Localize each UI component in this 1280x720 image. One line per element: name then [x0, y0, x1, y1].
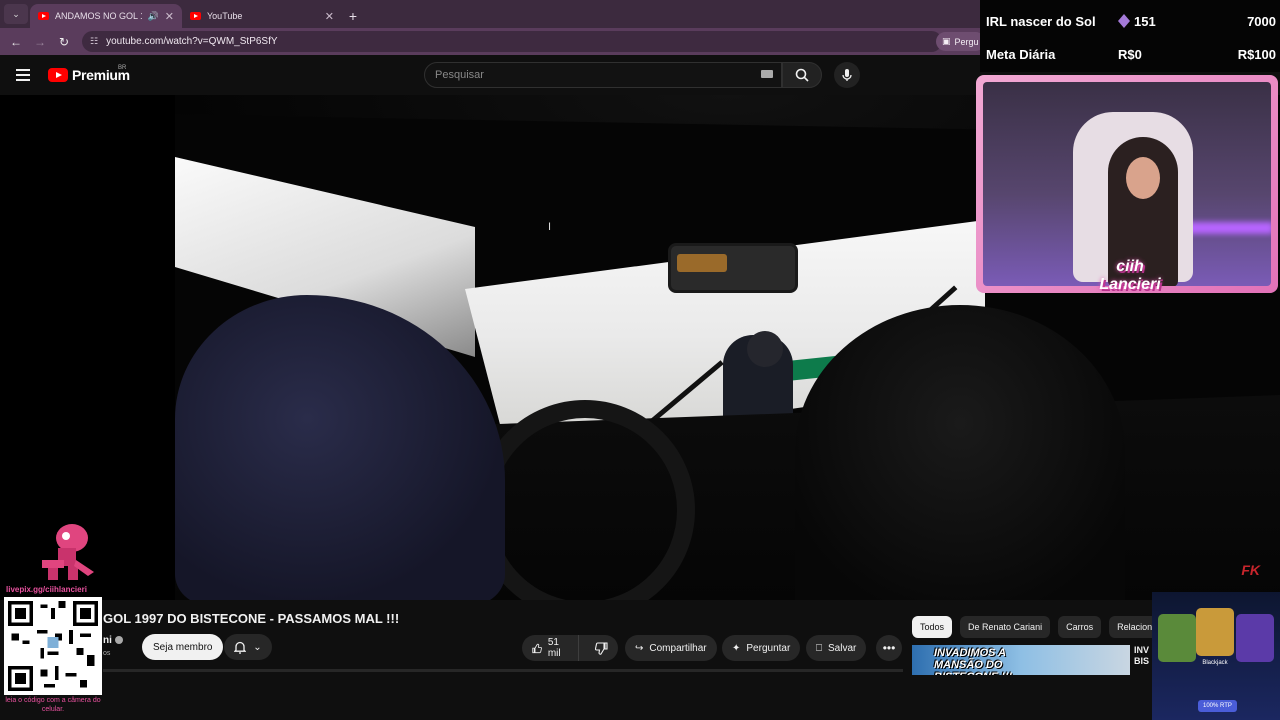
channel-name-text: ni [103, 635, 112, 646]
recommended-video-thumbnail[interactable]: INVADIMOS A MANSÃO DO BISTECONE !!! [912, 645, 1130, 675]
recommended-video-title[interactable]: INV BIS [1134, 645, 1149, 667]
led-light [1183, 222, 1271, 234]
youtube-favicon-icon [190, 12, 201, 20]
streamer-name: ciih Lancieri [1099, 258, 1161, 293]
video-title: GOL 1997 DO BISTECONE - PASSAMOS MAL !!! [103, 611, 400, 626]
stream-goals-overlay: IRL nascer do Sol 151 7000 Meta Diária R… [980, 0, 1280, 72]
site-info-icon[interactable]: ☷ [90, 36, 98, 47]
keyboard-icon[interactable] [761, 70, 773, 78]
tab-title: YouTube [207, 11, 243, 21]
subscriber-count: os [103, 650, 111, 657]
sparkle-icon: ✦ [732, 642, 741, 654]
new-tab-button[interactable]: + [342, 4, 364, 28]
menu-icon[interactable] [16, 69, 30, 81]
recommendation-chips: Todos De Renato Cariani Carros Relaciona [912, 616, 1166, 638]
voice-search-button[interactable] [834, 62, 860, 88]
dislike-button[interactable] [585, 635, 618, 661]
chip-cars[interactable]: Carros [1058, 616, 1102, 638]
search-input[interactable]: Pesquisar [424, 62, 782, 88]
ask-button[interactable]: ✦ Perguntar [722, 635, 801, 661]
chip-all[interactable]: Todos [912, 616, 953, 638]
forward-button[interactable]: → [28, 30, 52, 54]
goal-label: Meta Diária [986, 46, 1056, 62]
streamer-face [1126, 157, 1160, 199]
back-button[interactable]: ← [4, 30, 28, 54]
passenger-shoulder [795, 305, 1125, 600]
share-button[interactable]: ↪ Compartilhar [625, 635, 717, 661]
livepix-link: livepix.gg/ciihlancieri [6, 585, 87, 594]
qr-caption: leia o código com a câmera do celular. [5, 697, 101, 713]
region-code: BR [118, 65, 127, 71]
webcam-feed [983, 82, 1271, 286]
goal-target: 7000 [1247, 13, 1276, 29]
tab-youtube[interactable]: YouTube ✕ [182, 4, 342, 28]
goal-value: 151 [1134, 13, 1156, 29]
goal-current: R$0 [1118, 46, 1142, 62]
verified-icon [114, 636, 123, 644]
reload-button[interactable]: ↻ [52, 30, 76, 54]
close-tab-icon[interactable]: ✕ [165, 10, 174, 23]
more-icon: ••• [882, 641, 896, 655]
channel-name[interactable]: ni [103, 635, 123, 646]
video-meta: GOL 1997 DO BISTECONE - PASSAMOS MAL !!!… [0, 600, 1280, 720]
thumbs-down-icon [595, 641, 608, 655]
like-button[interactable]: 51 mil [522, 635, 579, 661]
goal-row: Meta Diária R$0 R$100 [986, 41, 1276, 67]
chevron-down-icon: ⌄ [12, 8, 20, 19]
youtube-logo-icon [48, 68, 68, 82]
text-cursor-icon: I [548, 221, 552, 233]
bookmark-icon: ⎕ [816, 642, 822, 654]
mascot-sprite-icon [42, 524, 94, 580]
search-button[interactable] [782, 62, 822, 88]
tab-search-button[interactable]: ⌄ [4, 4, 28, 24]
speaker-icon[interactable]: 🔊 [148, 11, 159, 22]
like-count: 51 mil [547, 637, 561, 659]
description-box-edge [103, 669, 903, 672]
chip-channel[interactable]: De Renato Cariani [960, 616, 1051, 638]
qr-code-icon [4, 597, 102, 695]
microphone-icon [842, 69, 852, 81]
close-tab-icon[interactable]: ✕ [325, 10, 334, 23]
share-icon: ↪ [635, 642, 644, 654]
game-card [1158, 614, 1196, 662]
tab-title: ANDAMOS NO GOL 1997 [ [55, 11, 142, 21]
thumbnail-text: INVADIMOS A MANSÃO DO BISTECONE !!! [934, 647, 1012, 675]
game-card [1236, 614, 1274, 662]
tab-video[interactable]: ANDAMOS NO GOL 1997 [ 🔊 ✕ [30, 4, 182, 28]
goal-label: IRL nascer do Sol [986, 13, 1096, 29]
save-label: Salvar [828, 642, 857, 654]
channel-watermark: FK [1241, 562, 1260, 578]
chat-icon: ▣ [942, 36, 951, 46]
extension-button[interactable]: ▣ Pergu [936, 32, 985, 51]
like-dislike-group: 51 mil [522, 635, 618, 661]
thumbs-up-icon [532, 643, 542, 653]
save-button[interactable]: ⎕ Salvar [806, 635, 867, 661]
goal-target: R$100 [1237, 46, 1276, 62]
more-actions-button[interactable]: ••• [876, 635, 902, 661]
gem-icon [1118, 14, 1130, 28]
rtp-badge: 100% RTP [1198, 700, 1237, 712]
search-placeholder: Pesquisar [435, 69, 484, 81]
goal-row: IRL nascer do Sol 151 7000 [986, 8, 1276, 34]
bell-icon [234, 641, 247, 654]
share-label: Compartilhar [649, 642, 707, 654]
rearview-mirror [668, 243, 798, 293]
ask-label: Perguntar [746, 642, 791, 654]
casino-ad-overlay: Blackjack 100% RTP [1152, 592, 1280, 720]
goal-current: 151 [1118, 14, 1208, 29]
url-field[interactable]: ☷ youtube.com/watch?v=QWM_StP6SfY [82, 31, 942, 52]
url-text: youtube.com/watch?v=QWM_StP6SfY [106, 36, 278, 47]
search-icon [795, 68, 809, 82]
youtube-favicon-icon [38, 12, 49, 20]
notification-button[interactable]: ⌄ [224, 634, 272, 660]
helmet [747, 331, 783, 367]
join-button[interactable]: Seja membro [142, 634, 224, 660]
game-label: Blackjack [1202, 660, 1228, 666]
game-card [1196, 608, 1234, 656]
chevron-down-icon: ⌄ [253, 641, 262, 653]
extension-label: Pergu [954, 36, 979, 47]
